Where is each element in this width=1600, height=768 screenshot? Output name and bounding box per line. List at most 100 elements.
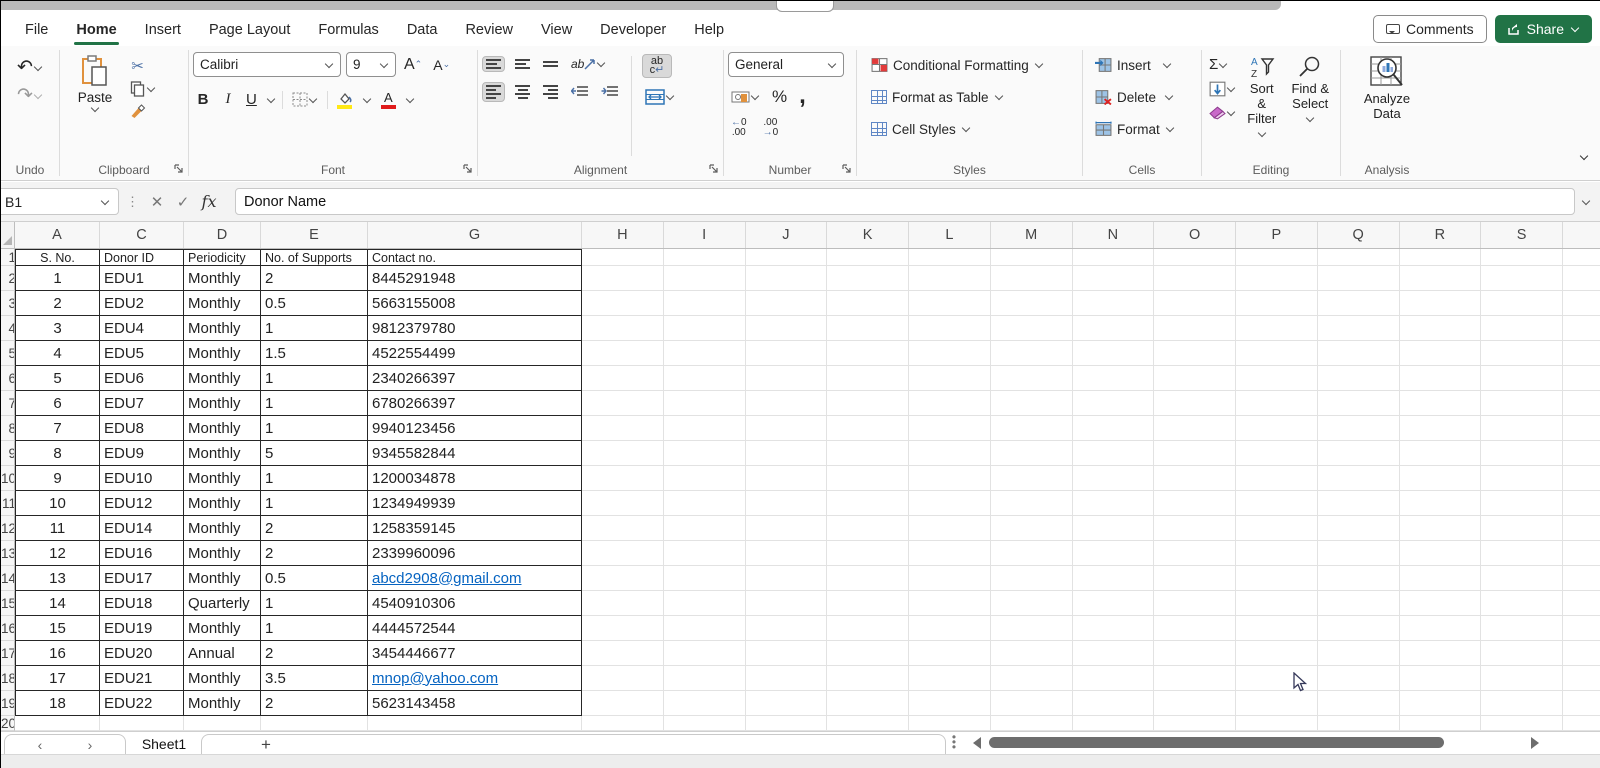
- number-dialog-launcher[interactable]: [842, 164, 853, 175]
- cell-G5[interactable]: 4522554499: [368, 341, 582, 366]
- cell-Q18[interactable]: [1318, 666, 1400, 691]
- cell-D5[interactable]: Monthly: [184, 341, 261, 366]
- cell-M1[interactable]: [991, 249, 1073, 266]
- column-header-partial[interactable]: [1563, 222, 1600, 248]
- column-header-G[interactable]: G: [368, 222, 582, 248]
- cell-R15[interactable]: [1400, 591, 1482, 616]
- cell-A10[interactable]: 9: [15, 466, 100, 491]
- tabbar-resize-handle[interactable]: •••: [950, 735, 958, 750]
- cell-H10[interactable]: [582, 466, 664, 491]
- cell-M20[interactable]: [991, 716, 1073, 731]
- cell-J16[interactable]: [746, 616, 828, 641]
- cell-A17[interactable]: 16: [15, 641, 100, 666]
- conditional-formatting-button[interactable]: Conditional Formatting: [867, 52, 1078, 78]
- cell-D8[interactable]: Monthly: [184, 416, 261, 441]
- cell-A3[interactable]: 2: [15, 291, 100, 316]
- cell-partial[interactable]: [1563, 391, 1600, 416]
- column-header-S[interactable]: S: [1481, 222, 1563, 248]
- row-header-8[interactable]: 8: [1, 416, 15, 441]
- cell-N2[interactable]: [1073, 266, 1155, 291]
- cell-N15[interactable]: [1073, 591, 1155, 616]
- cell-J15[interactable]: [746, 591, 828, 616]
- column-header-A[interactable]: A: [15, 222, 100, 248]
- cell-D15[interactable]: Quarterly: [184, 591, 261, 616]
- cell-N1[interactable]: [1073, 249, 1155, 266]
- cell-Q15[interactable]: [1318, 591, 1400, 616]
- cell-N11[interactable]: [1073, 491, 1155, 516]
- ribbon-tab-data[interactable]: Data: [393, 16, 452, 44]
- cell-E19[interactable]: 2: [261, 691, 368, 716]
- cell-J1[interactable]: [746, 249, 828, 266]
- cell-D11[interactable]: Monthly: [184, 491, 261, 516]
- cell-partial[interactable]: [1563, 291, 1600, 316]
- cell-D12[interactable]: Monthly: [184, 516, 261, 541]
- cell-Q3[interactable]: [1318, 291, 1400, 316]
- column-header-I[interactable]: I: [664, 222, 746, 248]
- cell-S20[interactable]: [1481, 716, 1563, 731]
- format-cells-button[interactable]: Format: [1091, 116, 1197, 142]
- cell-N10[interactable]: [1073, 466, 1155, 491]
- alignment-dialog-launcher[interactable]: [709, 164, 720, 175]
- cell-A20[interactable]: [15, 716, 100, 731]
- cell-A16[interactable]: 15: [15, 616, 100, 641]
- cell-D16[interactable]: Monthly: [184, 616, 261, 641]
- cell-R13[interactable]: [1400, 541, 1482, 566]
- cell-H9[interactable]: [582, 441, 664, 466]
- cell-partial[interactable]: [1563, 566, 1600, 591]
- cell-A2[interactable]: 1: [15, 266, 100, 291]
- row-header-16[interactable]: 16: [1, 616, 15, 641]
- cell-J17[interactable]: [746, 641, 828, 666]
- cell-C13[interactable]: EDU16: [100, 541, 184, 566]
- align-middle-button[interactable]: [512, 57, 533, 71]
- cell-N8[interactable]: [1073, 416, 1155, 441]
- cell-A14[interactable]: 13: [15, 566, 100, 591]
- cell-A1[interactable]: S. No.: [15, 249, 100, 266]
- cell-N3[interactable]: [1073, 291, 1155, 316]
- cell-E5[interactable]: 1.5: [261, 341, 368, 366]
- cell-E1[interactable]: No. of Supports: [261, 249, 368, 266]
- cell-N5[interactable]: [1073, 341, 1155, 366]
- cell-K17[interactable]: [827, 641, 909, 666]
- cell-G1[interactable]: Contact no.: [368, 249, 582, 266]
- cell-N7[interactable]: [1073, 391, 1155, 416]
- cell-E15[interactable]: 1: [261, 591, 368, 616]
- cell-O14[interactable]: [1154, 566, 1236, 591]
- cell-P17[interactable]: [1236, 641, 1318, 666]
- align-top-button[interactable]: [482, 56, 505, 72]
- cell-S19[interactable]: [1481, 691, 1563, 716]
- cell-N17[interactable]: [1073, 641, 1155, 666]
- row-header-14[interactable]: 14: [1, 566, 15, 591]
- enter-button[interactable]: ✓: [171, 190, 195, 214]
- cell-J20[interactable]: [746, 716, 828, 731]
- previous-sheet-button[interactable]: ‹: [25, 737, 55, 753]
- cell-G11[interactable]: 1234949939: [368, 491, 582, 516]
- cell-G6[interactable]: 2340266397: [368, 366, 582, 391]
- cell-G4[interactable]: 9812379780: [368, 316, 582, 341]
- cell-N9[interactable]: [1073, 441, 1155, 466]
- cell-O4[interactable]: [1154, 316, 1236, 341]
- cell-A8[interactable]: 7: [15, 416, 100, 441]
- cell-O6[interactable]: [1154, 366, 1236, 391]
- cut-button[interactable]: ✂: [126, 56, 159, 76]
- cell-L4[interactable]: [909, 316, 991, 341]
- cell-H12[interactable]: [582, 516, 664, 541]
- cell-A13[interactable]: 12: [15, 541, 100, 566]
- decrease-decimal-button[interactable]: .00→0: [760, 116, 782, 140]
- cell-I2[interactable]: [664, 266, 746, 291]
- ribbon-tab-developer[interactable]: Developer: [586, 16, 680, 44]
- cell-C4[interactable]: EDU4: [100, 316, 184, 341]
- cell-O16[interactable]: [1154, 616, 1236, 641]
- ribbon-tab-home[interactable]: Home: [62, 16, 130, 44]
- expand-formula-bar-button[interactable]: [1581, 193, 1591, 211]
- cell-E9[interactable]: 5: [261, 441, 368, 466]
- cell-D20[interactable]: [184, 716, 261, 731]
- font-size-combobox[interactable]: 9: [346, 52, 396, 77]
- cell-K20[interactable]: [827, 716, 909, 731]
- cell-L20[interactable]: [909, 716, 991, 731]
- cell-K1[interactable]: [827, 249, 909, 266]
- cell-O7[interactable]: [1154, 391, 1236, 416]
- wrap-text-button[interactable]: abc↵: [642, 54, 672, 78]
- cell-N18[interactable]: [1073, 666, 1155, 691]
- ribbon-tab-help[interactable]: Help: [680, 16, 738, 44]
- cell-E14[interactable]: 0.5: [261, 566, 368, 591]
